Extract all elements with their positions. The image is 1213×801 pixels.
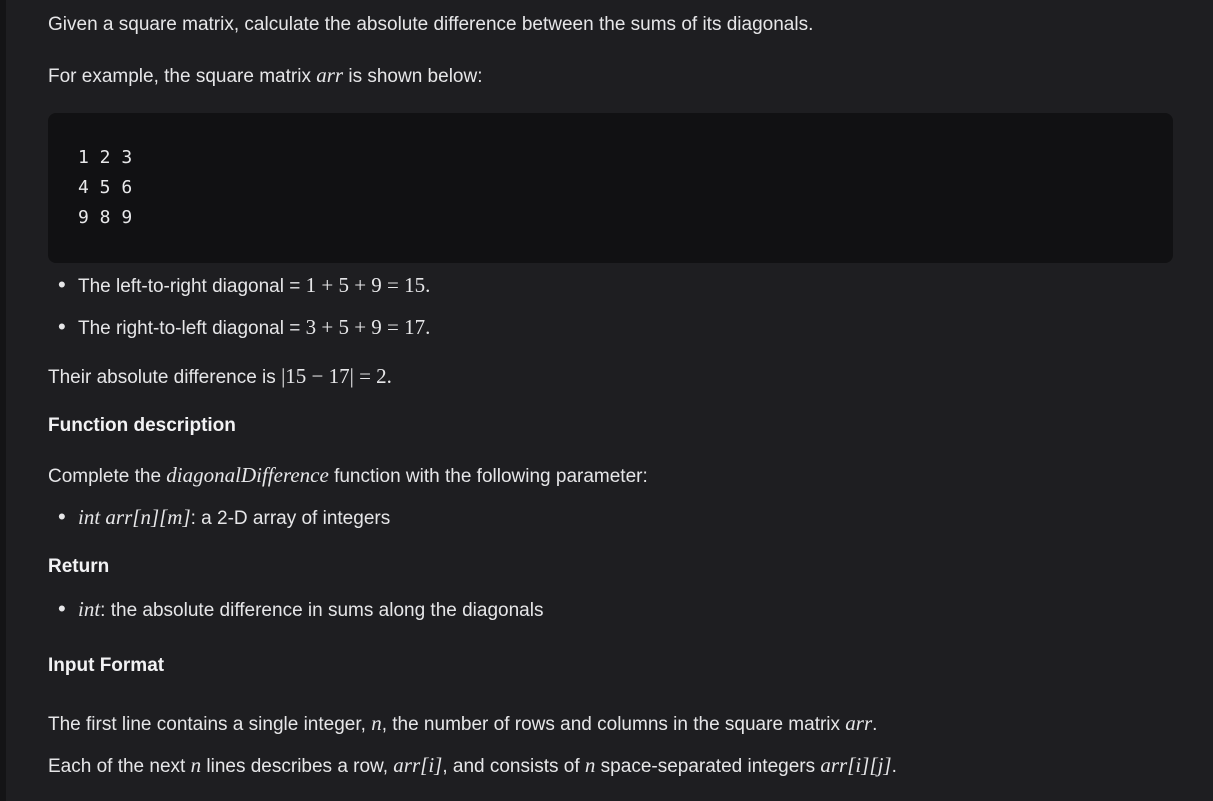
abs-diff-prefix: Their absolute difference is [48,367,282,388]
example-var: arr [316,63,344,87]
text-fragment: lines describes a row, [201,756,394,777]
text-fragment: The first line contains a single integer… [48,714,372,735]
left-edge-strip [0,0,6,801]
bullet-dot: • [58,596,66,621]
return-type: int [78,597,101,621]
example-suffix: is shown below: [343,66,483,87]
matrix-row: 4 5 6 [78,177,133,198]
function-name: diagonalDifference [166,463,329,487]
complete-prefix: Complete the [48,466,167,487]
input-line-1: The first line contains a single integer… [48,710,877,738]
text-fragment: Each of the next [48,756,191,777]
text-fragment: , and consists of [442,756,585,777]
complete-suffix: function with the following parameter: [328,466,648,487]
return-item: int: the absolute difference in sums alo… [78,596,543,624]
return-desc: : the absolute difference in sums along … [100,600,544,621]
bullet-label: The left-to-right diagonal = [78,276,306,297]
example-text: For example, the square matrix arr is sh… [48,62,482,90]
function-description-heading: Function description [48,415,236,436]
bullet-left-diagonal: The left-to-right diagonal = 1 + 5 + 9 =… [78,272,430,300]
param-type: int [78,505,101,529]
abs-diff-text: Their absolute difference is |15 − 17| =… [48,363,392,391]
input-format-heading: Input Format [48,655,165,676]
complete-text: Complete the diagonalDifference function… [48,462,648,490]
math-n: n [584,753,596,777]
intro-text: Given a square matrix, calculate the abs… [48,14,814,35]
text-fragment: space-separated integers [595,756,821,777]
matrix-code-block: 1 2 3 4 5 6 9 8 9 [48,113,1173,263]
matrix-row: 9 8 9 [78,207,133,228]
math-n: n [190,753,202,777]
math-n: n [371,711,382,735]
bullet-dot: • [58,314,66,339]
math-arr-ij: arr[i][j] [820,753,892,777]
param-desc: : a 2-D array of integers [190,508,391,529]
return-heading: Return [48,556,110,577]
param-item: int arr[n][m]: a 2-D array of integers [78,504,390,532]
abs-diff-math: |15 − 17| = 2. [281,364,392,388]
example-prefix: For example, the square matrix [48,66,317,87]
text-fragment: . [891,756,897,777]
bullet-math: 3 + 5 + 9 = 17. [305,315,431,339]
math-arr: arr [845,711,873,735]
text-fragment: . [872,714,878,735]
bullet-dot: • [58,504,66,529]
bullet-dot: • [58,272,66,297]
math-arr-i: arr[i] [393,753,443,777]
bullet-math: 1 + 5 + 9 = 15. [305,273,431,297]
input-line-2: Each of the next n lines describes a row… [48,752,897,780]
matrix-row: 1 2 3 [78,147,133,168]
text-fragment: , the number of rows and columns in the … [381,714,846,735]
param-name: arr[n][m] [105,505,191,529]
bullet-label: The right-to-left diagonal = [78,318,306,339]
bullet-right-diagonal: The right-to-left diagonal = 3 + 5 + 9 =… [78,314,430,342]
